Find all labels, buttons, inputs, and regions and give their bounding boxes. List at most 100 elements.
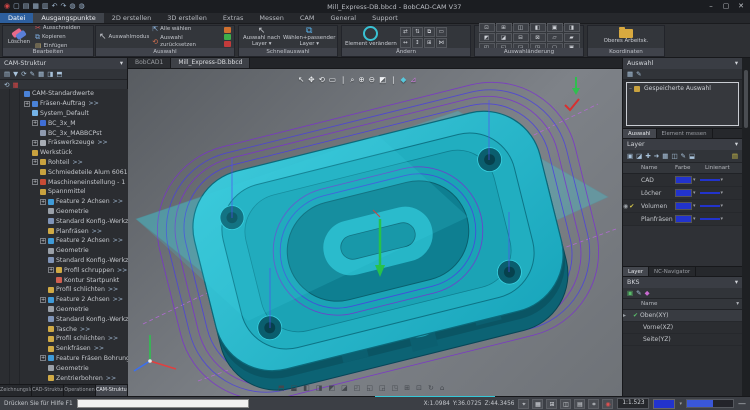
pin-icon[interactable]: ▾ <box>735 60 738 67</box>
tree-item[interactable]: Geometrie <box>0 246 128 256</box>
tree-item[interactable]: Geometrie <box>0 207 128 217</box>
tree-item[interactable]: Profil schlichten>> <box>0 285 128 295</box>
linetype-swatch[interactable] <box>700 179 720 181</box>
doc-tab[interactable]: BobCAD1 <box>128 58 171 68</box>
tree-item[interactable]: +Feature 2 Achsen>> <box>0 236 128 246</box>
selection-color-chip[interactable] <box>224 41 231 47</box>
layer-tool-icon[interactable]: ◫ <box>671 151 677 161</box>
collapse-icon[interactable]: – <box>629 85 632 92</box>
tree-item[interactable]: +Feature 2 Achsen>> <box>0 295 128 305</box>
expander-icon[interactable]: + <box>40 355 46 361</box>
tree-item[interactable]: Geometrie <box>0 363 128 373</box>
tab-element-messen[interactable]: Element messen <box>657 129 713 138</box>
modify-icon[interactable]: ⇅ <box>412 27 423 37</box>
tree-item[interactable]: Planfräsen>> <box>0 226 128 236</box>
tree-item[interactable]: CAM-Standardwerte <box>0 89 128 99</box>
zoom-out-icon[interactable]: ⊖ <box>369 75 375 85</box>
selection-color-chip[interactable] <box>224 34 231 40</box>
new-layer-icon[interactable]: ▤ <box>732 151 738 161</box>
copy-button[interactable]: ⧉Kopieren <box>35 33 80 41</box>
saved-selection-item[interactable]: – Gespeicherte Auswahl <box>629 85 736 92</box>
tab-messen[interactable]: Messen <box>251 13 292 23</box>
tree-item[interactable]: +Fräswerkzeuge>> <box>0 138 128 148</box>
chevron-down-icon[interactable]: ▾ <box>721 177 724 183</box>
plane-icon[interactable]: ⊿ <box>410 75 416 85</box>
bks-row[interactable]: Vorne(XZ) <box>623 322 742 334</box>
tab-3d-erstellen[interactable]: 3D erstellen <box>159 13 215 23</box>
plane-toggle-icon[interactable]: ◫ <box>560 399 571 409</box>
tab-cam[interactable]: CAM <box>292 13 323 23</box>
modify-icon[interactable]: ⇄ <box>400 27 411 37</box>
tab-extras[interactable]: Extras <box>215 13 252 23</box>
chevron-down-icon[interactable]: ▾ <box>721 216 724 222</box>
reset-selection-button[interactable]: ⟲Auswahl zurücksetzen <box>152 35 219 49</box>
chevron-down-icon[interactable]: ▾ <box>679 401 682 407</box>
selection-tool-icon[interactable]: ▦ <box>627 69 633 79</box>
color-swatch[interactable] <box>675 202 692 210</box>
view-preset-icon[interactable]: ⬓ <box>291 384 298 392</box>
bks-tool-icon[interactable]: ✎ <box>636 288 641 298</box>
view-preset-icon[interactable]: ◲ <box>379 384 386 392</box>
expander-icon[interactable]: + <box>48 267 54 273</box>
scrollbar-thumb[interactable] <box>744 70 748 128</box>
tree-item[interactable]: Senkfräsen>> <box>0 344 128 354</box>
linetype-swatch[interactable] <box>700 205 720 207</box>
cut-button[interactable]: ✂Ausschneiden <box>35 24 80 32</box>
zoom-window-icon[interactable]: ⌕ <box>350 75 354 85</box>
color-swatch[interactable] <box>675 189 692 197</box>
tree-item[interactable]: +Feature 2 Achsen>> <box>0 197 128 207</box>
zoom-in-icon[interactable]: ⊕ <box>358 75 364 85</box>
new-file-icon[interactable]: ▢ <box>13 0 20 13</box>
view-preset-icon[interactable]: ⌂ <box>440 384 444 392</box>
tree-item[interactable]: Geometrie <box>0 305 128 315</box>
selection-tool-icon[interactable]: ✎ <box>636 69 641 79</box>
layer-tool-icon[interactable]: ➜ <box>654 151 659 161</box>
selection-color-chip[interactable] <box>224 27 231 33</box>
tree-item[interactable]: Profil schlichten>> <box>0 334 128 344</box>
tree-item[interactable]: Spannmittel <box>0 187 128 197</box>
pan-icon[interactable]: ✥ <box>308 75 314 85</box>
expander-icon[interactable]: + <box>40 297 46 303</box>
view-preset-icon[interactable]: ◰ <box>354 384 361 392</box>
zoom-slider[interactable] <box>686 399 734 408</box>
save-all-icon[interactable]: ▥ <box>42 0 49 13</box>
tab-ausgangspunkte[interactable]: Ausgangspunkte <box>33 13 103 23</box>
view-preset-icon[interactable]: ◪ <box>341 384 348 392</box>
chevron-down-icon[interactable]: ▾ <box>721 203 724 209</box>
view-preset-icon[interactable]: ◳ <box>392 384 399 392</box>
selection-change-icon[interactable]: ◪ <box>496 33 512 42</box>
tab-support[interactable]: Support <box>364 13 406 23</box>
view-preset-icon[interactable]: ⊡ <box>416 384 422 392</box>
chevron-down-icon[interactable]: ▾ <box>693 203 696 209</box>
tree-item[interactable]: Werkstück <box>0 148 128 158</box>
color-swatch[interactable] <box>675 215 692 223</box>
delete-button[interactable]: Löschen <box>6 29 32 46</box>
tab-auswahl[interactable]: Auswahl <box>623 129 657 138</box>
rotate-view-icon[interactable]: ⟲ <box>319 75 325 85</box>
tree-item[interactable]: Kontur Startpunkt <box>0 275 128 285</box>
ortho-toggle-icon[interactable]: ⊞ <box>546 399 557 409</box>
selection-change-icon[interactable]: ⊠ <box>530 33 546 42</box>
solid-icon[interactable]: ◆ <box>400 75 406 85</box>
tree-item[interactable]: Tasche>> <box>0 324 128 334</box>
expander-icon[interactable]: + <box>32 159 38 165</box>
doc-tab-active[interactable]: Mill_Express-DB.bbcd <box>171 58 250 68</box>
tree-item[interactable]: Standard Konfig.-Werkz <box>0 314 128 324</box>
resize-handle[interactable]: — <box>738 399 746 408</box>
shaded-view-icon[interactable]: ◩ <box>379 75 386 85</box>
color-swatch[interactable] <box>675 176 692 184</box>
bks-tool-icon[interactable]: ◆ <box>645 288 650 298</box>
select-by-layer-button[interactable]: ↖ Auswahl nach Layer ▾ <box>242 27 281 47</box>
record-toggle-icon[interactable]: ◉ <box>602 399 613 409</box>
view-preset-icon[interactable]: ⬒ <box>278 384 285 392</box>
scale-readout[interactable]: 1:1.523 <box>617 398 649 409</box>
view-preset-icon[interactable]: ◱ <box>366 384 373 392</box>
viewport-3d[interactable]: ↖ ✥ ⟲ ▭ ❘ ⌕ ⊕ ⊖ ◩ ❘ ◆ ⊿ <box>128 69 622 396</box>
expander-icon[interactable]: + <box>32 120 38 126</box>
tab-general[interactable]: General <box>322 13 364 23</box>
layer-tool-icon[interactable]: ⬓ <box>689 151 695 161</box>
cam-toolbar-icon[interactable]: ▤ <box>4 69 10 79</box>
tree-item[interactable]: +Profil schruppen>> <box>0 265 128 275</box>
selection-change-icon[interactable]: ▰ <box>564 33 580 42</box>
cam-toolbar-icon[interactable]: ◨ <box>47 69 53 79</box>
